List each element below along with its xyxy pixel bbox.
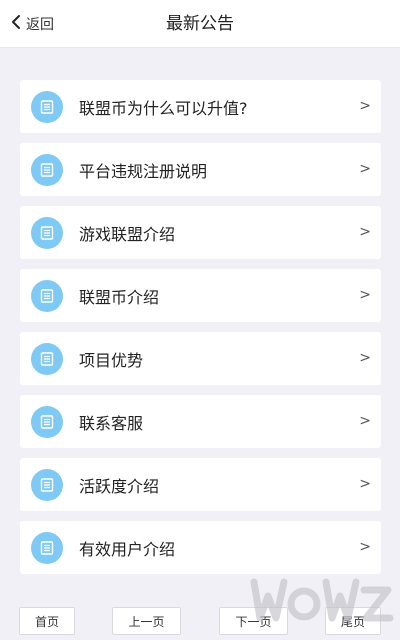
prev-page-button[interactable]: 上一页 (112, 607, 181, 635)
back-label: 返回 (26, 17, 54, 33)
notice-label: 游戏联盟介绍 (79, 224, 176, 244)
document-icon (31, 468, 63, 501)
last-page-button[interactable]: 尾页 (325, 607, 381, 635)
chevron-right-icon: > (359, 413, 371, 429)
header: 返回 最新公告 (0, 0, 400, 48)
chevron-right-icon: > (359, 476, 371, 492)
chevron-right-icon: > (359, 287, 371, 303)
document-icon (31, 531, 63, 564)
notice-item[interactable]: 平台违规注册说明 > (20, 143, 381, 196)
notice-item[interactable]: 活跃度介绍 > (20, 458, 381, 511)
notice-item[interactable]: 联盟币为什么可以升值? > (20, 80, 381, 133)
next-page-button[interactable]: 下一页 (219, 607, 288, 635)
notice-item[interactable]: 联系客服 > (20, 395, 381, 448)
notice-label: 项目优势 (79, 350, 144, 370)
notice-item[interactable]: 联盟币介绍 > (20, 269, 381, 322)
notice-label: 有效用户介绍 (79, 539, 176, 559)
chevron-right-icon: > (359, 350, 371, 366)
chevron-right-icon: > (359, 539, 371, 555)
page-title: 最新公告 (166, 14, 234, 34)
notice-label: 平台违规注册说明 (79, 161, 208, 181)
chevron-left-icon (8, 14, 24, 34)
notice-label: 活跃度介绍 (79, 476, 160, 496)
notice-label: 联盟币为什么可以升值? (79, 98, 248, 118)
chevron-right-icon: > (359, 98, 371, 114)
pagination: 首页 上一页 下一页 尾页 (19, 607, 381, 637)
document-icon (31, 216, 63, 249)
notice-item[interactable]: 游戏联盟介绍 > (20, 206, 381, 259)
notice-item[interactable]: 有效用户介绍 > (20, 521, 381, 574)
document-icon (31, 279, 63, 312)
document-icon (31, 405, 63, 438)
document-icon (31, 153, 63, 186)
notice-label: 联盟币介绍 (79, 287, 160, 307)
back-button[interactable]: 返回 (8, 0, 54, 48)
chevron-right-icon: > (359, 161, 371, 177)
document-icon (31, 342, 63, 375)
notice-list: 联盟币为什么可以升值? > 平台违规注册说明 > 游戏联盟介绍 > 联盟币介绍 … (20, 80, 381, 584)
notice-item[interactable]: 项目优势 > (20, 332, 381, 385)
first-page-button[interactable]: 首页 (19, 607, 75, 635)
chevron-right-icon: > (359, 224, 371, 240)
document-icon (31, 90, 63, 123)
notice-label: 联系客服 (79, 413, 144, 433)
